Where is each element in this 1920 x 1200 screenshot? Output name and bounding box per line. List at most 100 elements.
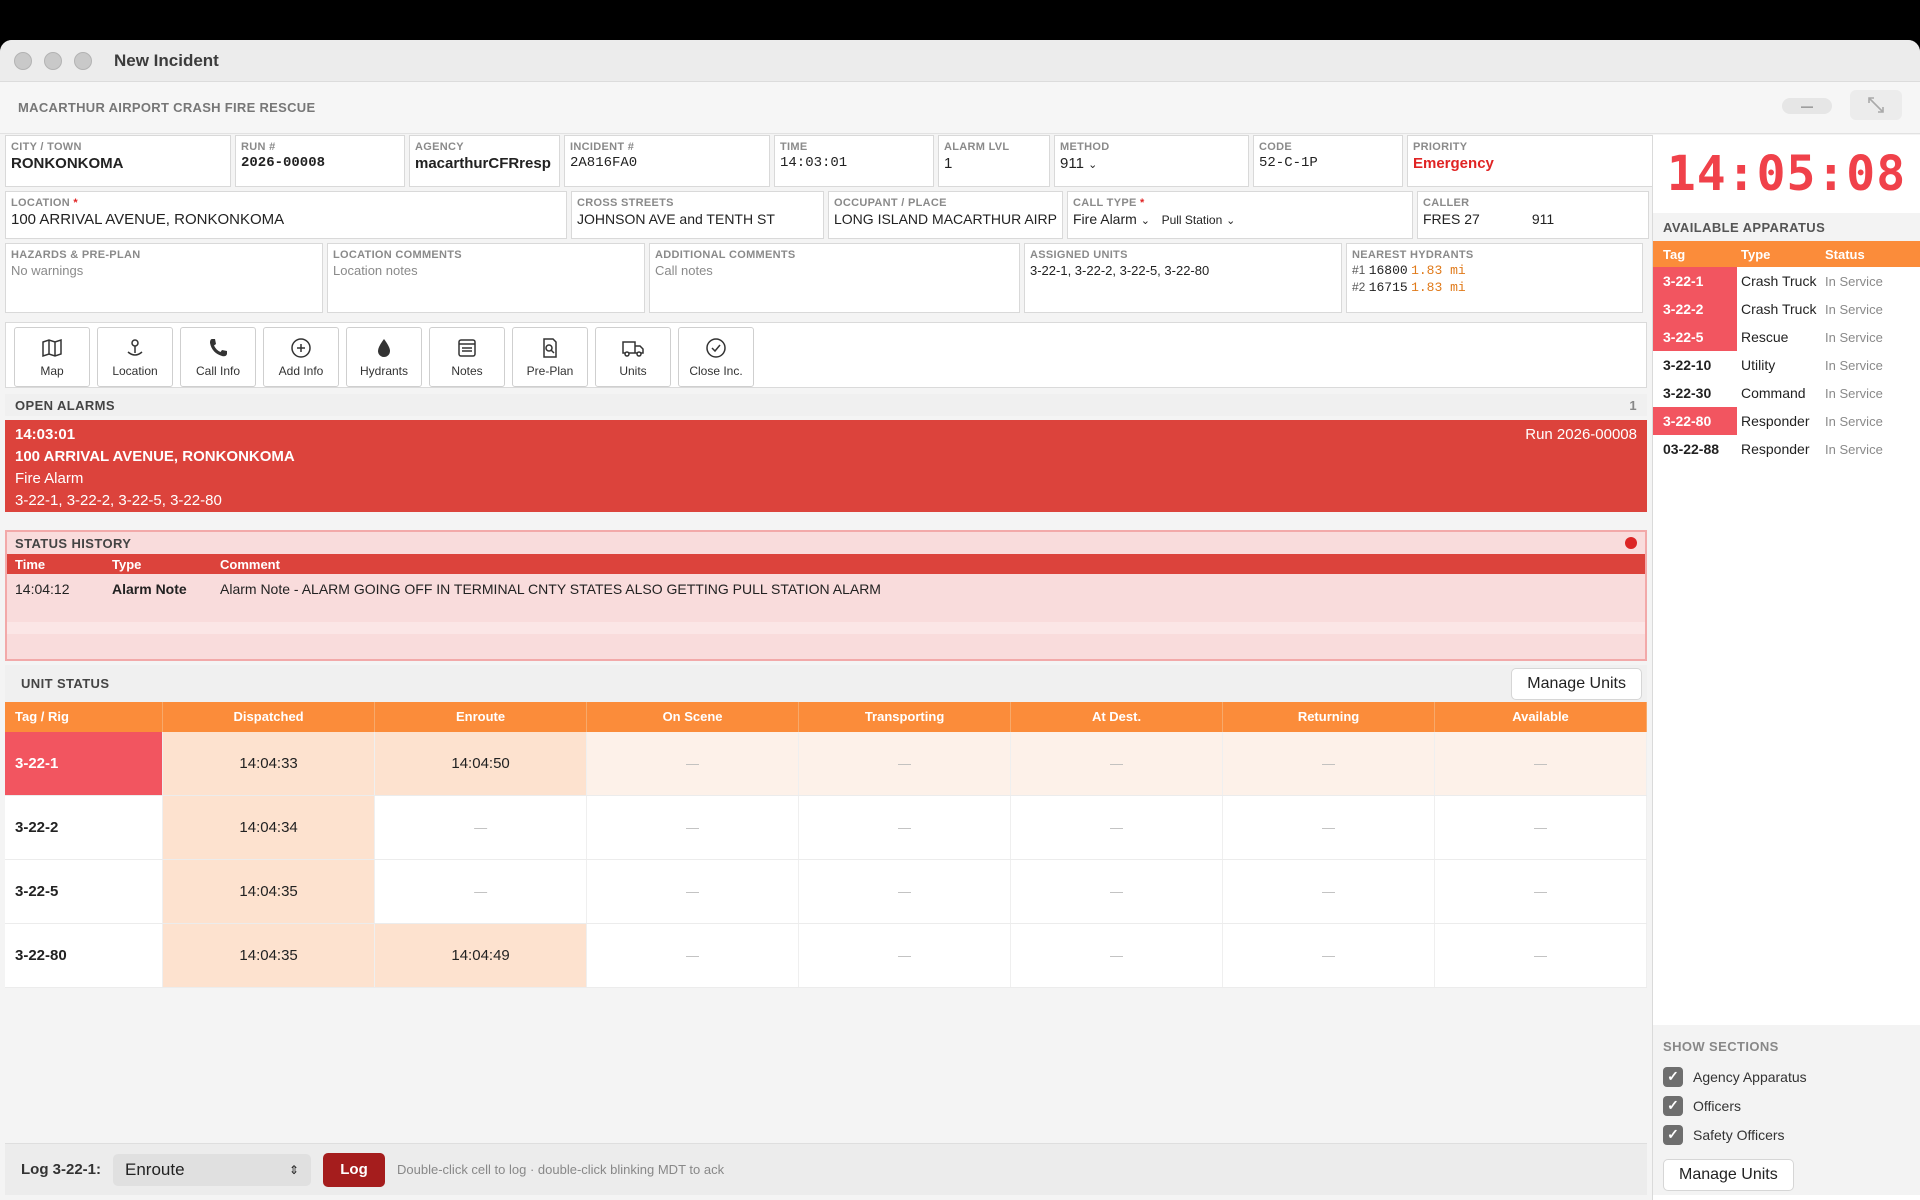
unit-status-cell[interactable]: — xyxy=(587,732,800,795)
location-comments-field[interactable]: LOCATION COMMENTS Location notes xyxy=(327,243,645,313)
unit-row[interactable]: 3-22-80 14:04:35 14:04:49— — — — — xyxy=(5,924,1647,988)
caller-field[interactable]: CALLER FRES 27 911 xyxy=(1417,191,1649,239)
location-button[interactable]: Location xyxy=(97,327,173,387)
status-history-row[interactable]: 14:04:12 Alarm Note Alarm Note - ALARM GOI… xyxy=(7,574,1645,604)
open-alarm-card[interactable]: 14:03:01 100 ARRIVAL AVENUE, RONKONKOMA … xyxy=(5,420,1647,512)
field-label: LOCATION COMMENTS xyxy=(333,249,462,261)
close-incident-button[interactable]: Close Inc. xyxy=(678,327,754,387)
method-select[interactable]: METHOD 911 ⌄ xyxy=(1054,135,1249,187)
unit-status-cell[interactable]: 14:04:49 xyxy=(375,924,588,987)
unit-status-cell[interactable]: 14:04:50 xyxy=(375,732,588,795)
manage-units-button[interactable]: Manage Units xyxy=(1663,1159,1794,1191)
officers-checkbox[interactable]: ✓ Officers xyxy=(1663,1091,1911,1120)
unit-status-cell[interactable]: — xyxy=(1011,924,1224,987)
unit-status-cell[interactable]: 14:04:35 xyxy=(163,924,376,987)
unit-status-cell[interactable]: — xyxy=(1435,796,1647,859)
pre-plan-button[interactable]: Pre-Plan xyxy=(512,327,588,387)
zoom-window-button[interactable] xyxy=(74,51,92,70)
apparatus-row[interactable]: 3-22-30 Command In Service xyxy=(1653,379,1920,407)
unit-status-cell[interactable]: — xyxy=(799,924,1012,987)
unit-status-cell[interactable]: 14:04:33 xyxy=(163,732,376,795)
priority-field[interactable]: PRIORITY Emergency xyxy=(1407,135,1659,187)
field-label: CODE xyxy=(1259,141,1292,153)
unit-row[interactable]: 3-22-1 14:04:33 14:04:50— — — — — xyxy=(5,732,1647,796)
unit-status-cell[interactable]: — xyxy=(587,860,800,923)
open-alarms-header: OPEN ALARMS 1 xyxy=(5,394,1647,416)
unit-status-cell[interactable]: — xyxy=(799,796,1012,859)
expand-button[interactable] xyxy=(1850,90,1902,120)
map-button[interactable]: Map xyxy=(14,327,90,387)
time-field[interactable]: TIME 14:03:01 xyxy=(774,135,934,187)
hydrant-item[interactable]: #1 16800 1.83 mi xyxy=(1352,263,1637,278)
safety-officers-checkbox[interactable]: ✓ Safety Officers xyxy=(1663,1120,1911,1149)
log-button[interactable]: Log xyxy=(323,1152,386,1187)
status-history-panel: STATUS HISTORY Time Type Comment 14:04:12 A… xyxy=(5,530,1647,661)
unit-status-cell[interactable]: 14:04:34 xyxy=(163,796,376,859)
call-subtype-select[interactable]: Pull Station xyxy=(1162,213,1223,227)
required-marker: * xyxy=(73,197,78,209)
notes-button[interactable]: Notes xyxy=(429,327,505,387)
cross-streets-field[interactable]: CROSS STREETS JOHNSON AVE and TENTH ST xyxy=(571,191,824,239)
unit-status-cell[interactable]: — xyxy=(587,924,800,987)
log-status-select[interactable]: Enroute ⇕ xyxy=(113,1153,312,1186)
field-value: 14:03:01 xyxy=(780,155,848,171)
apparatus-row[interactable]: 3-22-10 Utility In Service xyxy=(1653,351,1920,379)
field-value: macarthurCFRresp xyxy=(415,155,551,172)
unit-status-cell[interactable]: — xyxy=(1435,732,1647,795)
unit-status-cell[interactable]: — xyxy=(1435,924,1647,987)
call-type-select[interactable]: Fire Alarm xyxy=(1073,211,1137,227)
add-info-button[interactable]: Add Info xyxy=(263,327,339,387)
checkmark-icon: ✓ xyxy=(1663,1095,1683,1116)
unit-status-cell[interactable]: — xyxy=(1011,796,1224,859)
close-window-button[interactable] xyxy=(14,51,32,70)
alarm-level-field[interactable]: ALARM LVL 1 xyxy=(938,135,1050,187)
hydrants-button[interactable]: Hydrants xyxy=(346,327,422,387)
field-label: ALARM LVL xyxy=(944,141,1010,153)
units-button[interactable]: Units xyxy=(595,327,671,387)
collapse-button[interactable]: — xyxy=(1782,98,1832,114)
call-type-field[interactable]: CALL TYPE * Fire Alarm ⌄ Pull Station ⌄ xyxy=(1067,191,1413,239)
location-field[interactable]: LOCATION * 100 ARRIVAL AVENUE, RONKONKOMA xyxy=(5,191,567,239)
unit-status-cell[interactable]: — xyxy=(1011,860,1224,923)
log-bar: Log 3-22-1: Enroute ⇕ Log Double-click ce… xyxy=(5,1143,1647,1195)
city-field[interactable]: CITY / TOWN RONKONKOMA xyxy=(5,135,231,187)
unit-status-cell[interactable]: — xyxy=(587,796,800,859)
apparatus-row[interactable]: 3-22-80 Responder In Service xyxy=(1653,407,1920,435)
code-field[interactable]: CODE 52-C-1P xyxy=(1253,135,1403,187)
alarm-units: 3-22-1, 3-22-2, 3-22-5, 3-22-80 xyxy=(15,492,222,509)
unit-tag: 3-22-2 xyxy=(5,796,164,859)
additional-comments-field[interactable]: ADDITIONAL COMMENTS Call notes xyxy=(649,243,1020,313)
unit-status-cell[interactable]: — xyxy=(1223,860,1435,923)
unit-status-cell[interactable]: — xyxy=(375,796,588,859)
run-field[interactable]: RUN # 2026-00008 xyxy=(235,135,405,187)
agency-field[interactable]: AGENCY macarthurCFRresp xyxy=(409,135,560,187)
apparatus-row[interactable]: 03-22-88 Responder In Service xyxy=(1653,435,1920,463)
unit-status-cell[interactable]: — xyxy=(1223,732,1435,795)
hydrant-item[interactable]: #2 16715 1.83 mi xyxy=(1352,280,1637,295)
unit-row[interactable]: 3-22-2 14:04:34— — — — — — xyxy=(5,796,1647,860)
apparatus-row[interactable]: 3-22-2 Crash Truck In Service xyxy=(1653,295,1920,323)
agency-apparatus-checkbox[interactable]: ✓ Agency Apparatus xyxy=(1663,1062,1911,1091)
unit-status-cell[interactable]: 14:04:35 xyxy=(163,860,376,923)
live-indicator-dot xyxy=(1625,537,1637,549)
minimize-window-button[interactable] xyxy=(44,51,62,70)
unit-status-columns: Tag / Rig Dispatched Enroute On Scene Tr… xyxy=(5,702,1647,732)
check-circle-icon xyxy=(706,338,726,358)
hazards-field[interactable]: HAZARDS & PRE-PLAN No warnings xyxy=(5,243,323,313)
apparatus-table: Tag Type Status 3-22-1 Crash Truck In Servic… xyxy=(1653,241,1920,463)
apparatus-tag: 3-22-80 xyxy=(1653,407,1737,435)
unit-row[interactable]: 3-22-5 14:04:35— — — — — — xyxy=(5,860,1647,924)
call-info-button[interactable]: Call Info xyxy=(180,327,256,387)
unit-status-cell[interactable]: — xyxy=(1011,732,1224,795)
apparatus-row[interactable]: 3-22-5 Rescue In Service xyxy=(1653,323,1920,351)
unit-status-cell[interactable]: — xyxy=(375,860,588,923)
incident-number-field[interactable]: INCIDENT # 2A816FA0 xyxy=(564,135,770,187)
unit-status-cell[interactable]: — xyxy=(1435,860,1647,923)
apparatus-row[interactable]: 3-22-1 Crash Truck In Service xyxy=(1653,267,1920,295)
occupant-field[interactable]: OCCUPANT / PLACE LONG ISLAND MACARTHUR AI… xyxy=(828,191,1063,239)
manage-units-button[interactable]: Manage Units xyxy=(1511,667,1642,700)
unit-status-cell[interactable]: — xyxy=(799,732,1012,795)
unit-status-cell[interactable]: — xyxy=(1223,796,1435,859)
unit-status-cell[interactable]: — xyxy=(799,860,1012,923)
unit-status-cell[interactable]: — xyxy=(1223,924,1435,987)
